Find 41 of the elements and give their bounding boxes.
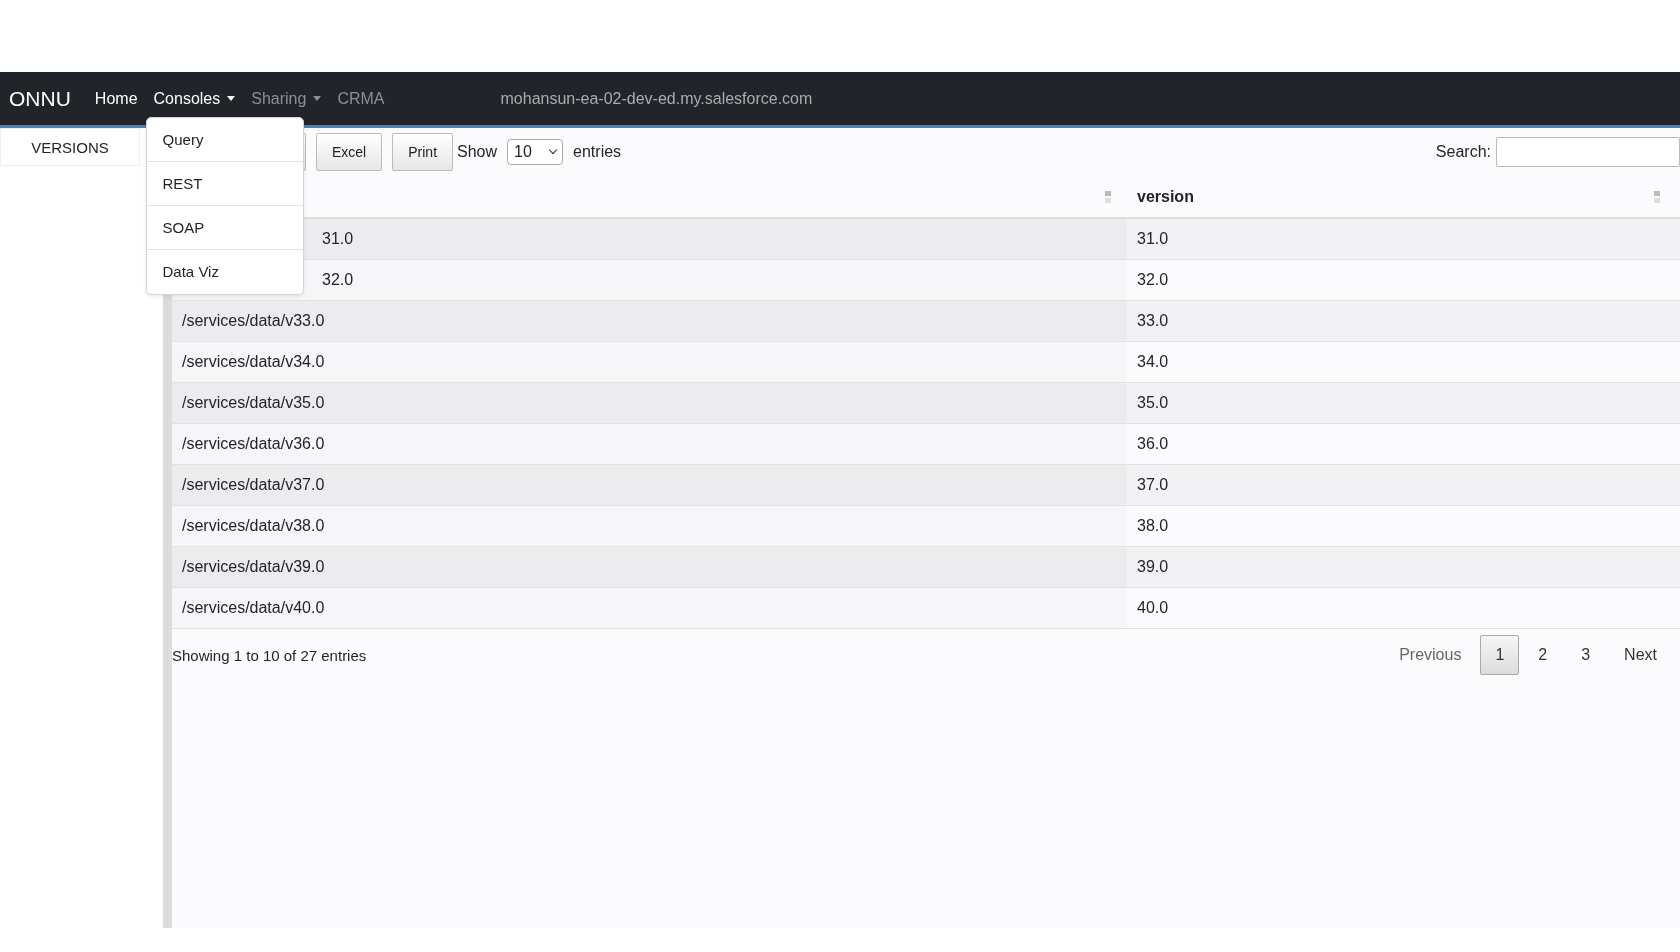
export-button[interactable]: Print	[392, 133, 454, 171]
table-cell: /services/data/v35.0	[172, 383, 1127, 423]
sidebar-tab[interactable]: VERSIONS	[0, 128, 140, 166]
page-size-select[interactable]: 10	[507, 139, 564, 165]
table-cell-text: 34.0	[1136, 352, 1170, 372]
table-cell-text: 33.0	[1136, 311, 1170, 331]
table-info: Showing 1 to 10 of 27 entries	[172, 646, 367, 664]
export-button[interactable]: Excel	[316, 133, 383, 171]
nav-link[interactable]: Home	[94, 89, 138, 108]
table-cell: /services/data/v40.0	[172, 588, 1127, 628]
table-cell-text: 31.0	[1136, 229, 1170, 249]
column-header[interactable]: version	[1137, 187, 1194, 206]
table-cell: /services/data/v38.0	[172, 506, 1127, 546]
search-label: Search:	[1435, 143, 1491, 161]
page-button[interactable]: Previous	[1384, 635, 1477, 675]
host-name: mohansun-ea-02-dev-ed.my.salesforce.com	[500, 89, 813, 108]
table-cell-text: 38.0	[1136, 516, 1170, 536]
page-button[interactable]: 2	[1523, 635, 1563, 675]
page-button[interactable]: Next	[1609, 635, 1672, 675]
page-button[interactable]: 3	[1566, 635, 1606, 675]
table-cell-text: 36.0	[1136, 434, 1170, 454]
table-cell: /services/data/v37.0	[172, 465, 1127, 505]
table-cell-text: 39.0	[1136, 557, 1170, 577]
sort-icon[interactable]	[1105, 190, 1111, 203]
entries-label: entries	[573, 143, 622, 161]
search-field[interactable]	[1496, 137, 1680, 167]
table-cell-text: 35.0	[1136, 393, 1170, 413]
caret-icon	[313, 96, 322, 101]
table-cell: /services/data/v39.0	[172, 547, 1127, 587]
page-button[interactable]: 1	[1480, 635, 1520, 675]
table-cell: /services/data/v36.0	[172, 424, 1127, 464]
nav-link[interactable]: Consoles	[153, 89, 236, 108]
table-cell: /services/data/v34.0	[172, 342, 1127, 382]
sort-icon[interactable]	[1654, 190, 1660, 203]
table-cell-text: 32.0	[1136, 270, 1170, 290]
brand-link[interactable]: ONNU	[9, 86, 71, 111]
caret-icon	[227, 96, 236, 101]
show-label: Show	[457, 143, 498, 161]
table-cell-text: 40.0	[1136, 598, 1170, 618]
table-cell-text: 37.0	[1136, 475, 1170, 495]
table-cell: /services/data/v33.0	[172, 301, 1127, 341]
